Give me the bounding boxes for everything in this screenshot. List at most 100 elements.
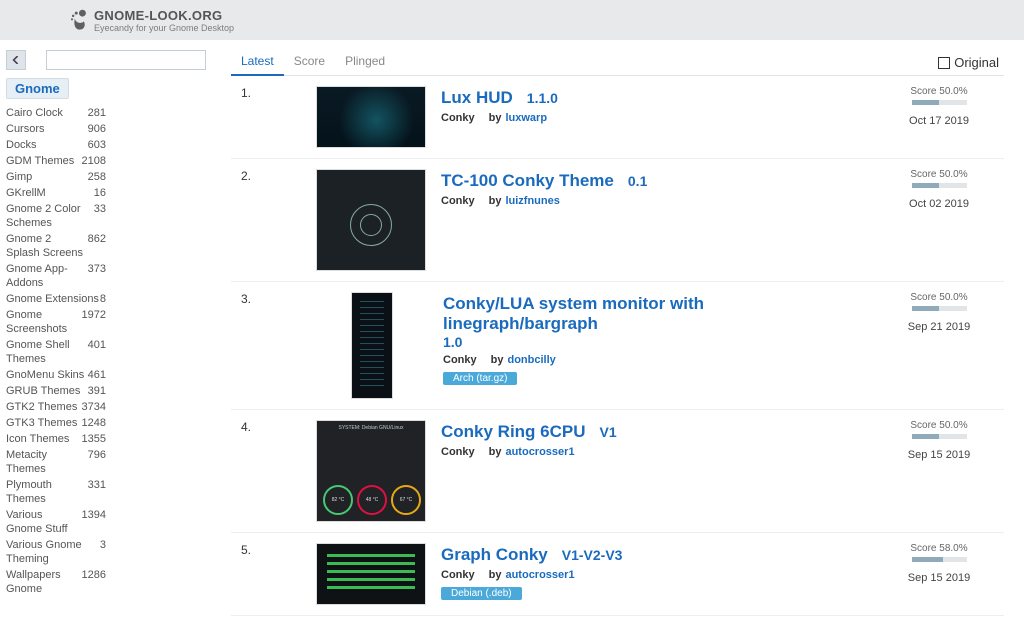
category-count: 8 bbox=[100, 292, 106, 306]
category-row[interactable]: Gnome Shell Themes401 bbox=[6, 337, 106, 367]
search-input[interactable] bbox=[46, 50, 206, 70]
item-version: 0.1 bbox=[628, 173, 647, 189]
item-rank: 5. bbox=[231, 543, 261, 605]
item-stats: Score 50.0%Oct 02 2019 bbox=[874, 169, 1004, 271]
category-row[interactable]: Gnome 2 Color Schemes33 bbox=[6, 201, 106, 231]
score-bar bbox=[912, 557, 967, 562]
item-title[interactable]: Graph Conky bbox=[441, 545, 548, 565]
item-date: Oct 17 2019 bbox=[909, 115, 969, 127]
category-row[interactable]: Gimp258 bbox=[6, 169, 106, 185]
item-category[interactable]: Conky bbox=[441, 195, 475, 207]
category-count: 796 bbox=[88, 448, 106, 476]
category-count: 1394 bbox=[82, 508, 106, 536]
category-name: GTK2 Themes bbox=[6, 400, 77, 414]
original-label: Original bbox=[954, 55, 999, 70]
item-category[interactable]: Conky bbox=[441, 446, 475, 458]
gnome-foot-icon bbox=[70, 9, 88, 31]
item-info: Lux HUD1.1.0Conkybyluxwarp bbox=[441, 86, 874, 148]
item-date: Sep 15 2019 bbox=[908, 572, 970, 584]
item-category[interactable]: Conky bbox=[441, 569, 475, 581]
category-row[interactable]: GnoMenu Skins461 bbox=[6, 367, 106, 383]
site-header: GNOME-LOOK.ORG Eyecandy for your Gnome D… bbox=[0, 0, 1024, 40]
score-label: Score 50.0% bbox=[910, 292, 967, 303]
category-row[interactable]: Plymouth Themes331 bbox=[6, 477, 106, 507]
category-name: Gnome App-Addons bbox=[6, 262, 88, 290]
category-row[interactable]: Icon Themes 1355 bbox=[6, 431, 106, 447]
item-version: 1.1.0 bbox=[527, 90, 558, 106]
category-row[interactable]: Gnome App-Addons373 bbox=[6, 261, 106, 291]
back-button[interactable] bbox=[6, 50, 26, 70]
tabs-row: LatestScorePlinged Original bbox=[231, 50, 1004, 76]
category-row[interactable]: Gnome Screenshots1972 bbox=[6, 307, 106, 337]
item-title[interactable]: Conky Ring 6CPU bbox=[441, 422, 586, 442]
item-title[interactable]: Conky/LUA system monitor with linegraph/… bbox=[443, 294, 860, 334]
category-name: Plymouth Themes bbox=[6, 478, 88, 506]
item-author[interactable]: donbcilly bbox=[507, 354, 555, 366]
category-row[interactable]: GTK3 Themes1248 bbox=[6, 415, 106, 431]
tab-score[interactable]: Score bbox=[284, 50, 335, 75]
category-name: Metacity Themes bbox=[6, 448, 88, 476]
by-label: by bbox=[489, 569, 502, 581]
item-date: Sep 15 2019 bbox=[908, 449, 970, 461]
item-category[interactable]: Conky bbox=[443, 354, 477, 366]
item-author[interactable]: autocrosser1 bbox=[505, 569, 574, 581]
listing: 1.Lux HUD1.1.0ConkybyluxwarpScore 50.0%O… bbox=[231, 76, 1004, 616]
category-count: 1248 bbox=[82, 416, 106, 430]
category-row[interactable]: Gnome 2 Splash Screens862 bbox=[6, 231, 106, 261]
item-rank: 1. bbox=[231, 86, 261, 148]
site-logo[interactable]: GNOME-LOOK.ORG Eyecandy for your Gnome D… bbox=[70, 8, 234, 33]
item-thumbnail[interactable] bbox=[351, 292, 393, 399]
category-name: Icon Themes bbox=[6, 432, 69, 446]
category-row[interactable]: Docks603 bbox=[6, 137, 106, 153]
category-row[interactable]: Wallpapers Gnome1286 bbox=[6, 567, 106, 597]
category-row[interactable]: Gnome Extensions8 bbox=[6, 291, 106, 307]
item-rank: 2. bbox=[231, 169, 261, 271]
item-author[interactable]: luxwarp bbox=[505, 112, 547, 124]
item-title[interactable]: TC-100 Conky Theme bbox=[441, 171, 614, 191]
category-row[interactable]: Various Gnome Stuff1394 bbox=[6, 507, 106, 537]
score-label: Score 50.0% bbox=[910, 420, 967, 431]
score-bar bbox=[912, 100, 967, 105]
category-row[interactable]: Cursors906 bbox=[6, 121, 106, 137]
item-thumbnail[interactable] bbox=[316, 543, 426, 605]
list-item: 4. SYSTEM: Debian GNU/Linux82 °C48 °C67 °… bbox=[231, 410, 1004, 533]
item-thumbnail[interactable] bbox=[316, 86, 426, 148]
category-row[interactable]: GDM Themes2108 bbox=[6, 153, 106, 169]
item-title[interactable]: Lux HUD bbox=[441, 88, 513, 108]
list-item: 1.Lux HUD1.1.0ConkybyluxwarpScore 50.0%O… bbox=[231, 76, 1004, 159]
original-toggle[interactable]: Original bbox=[938, 55, 1004, 70]
item-category[interactable]: Conky bbox=[441, 112, 475, 124]
category-name: Gnome Extensions bbox=[6, 292, 99, 306]
category-count: 2108 bbox=[82, 154, 106, 168]
current-category[interactable]: Gnome bbox=[6, 78, 69, 99]
category-row[interactable]: GRUB Themes391 bbox=[6, 383, 106, 399]
score-label: Score 50.0% bbox=[910, 86, 967, 97]
by-label: by bbox=[489, 195, 502, 207]
category-row[interactable]: Metacity Themes796 bbox=[6, 447, 106, 477]
item-version: V1-V2-V3 bbox=[562, 547, 623, 563]
item-author[interactable]: autocrosser1 bbox=[505, 446, 574, 458]
category-row[interactable]: GTK2 Themes3734 bbox=[6, 399, 106, 415]
tab-plinged[interactable]: Plinged bbox=[335, 50, 395, 75]
category-row[interactable]: Cairo Clock281 bbox=[6, 105, 106, 121]
category-list: Cairo Clock281Cursors906Docks603GDM Them… bbox=[6, 105, 206, 597]
category-count: 1286 bbox=[82, 568, 106, 596]
category-name: Various Gnome Stuff bbox=[6, 508, 82, 536]
item-stats: Score 50.0% Oct 17 2019 bbox=[874, 86, 1004, 148]
download-tag[interactable]: Arch (tar.gz) bbox=[443, 372, 517, 385]
item-thumbnail[interactable] bbox=[316, 169, 426, 271]
category-name: Gnome 2 Splash Screens bbox=[6, 232, 88, 260]
category-count: 3 bbox=[100, 538, 106, 566]
item-thumbnail[interactable]: SYSTEM: Debian GNU/Linux82 °C48 °C67 °C bbox=[316, 420, 426, 522]
item-rank: 3. bbox=[231, 292, 261, 399]
item-rank: 4. bbox=[231, 420, 261, 522]
item-date: Oct 02 2019 bbox=[909, 198, 969, 210]
item-author[interactable]: luizfnunes bbox=[505, 195, 559, 207]
score-label: Score 58.0% bbox=[910, 543, 967, 554]
category-row[interactable]: Various Gnome Theming3 bbox=[6, 537, 106, 567]
category-count: 1355 bbox=[82, 432, 106, 446]
list-item: 5. Graph Conky V1-V2-V3 Conky byautocrosser1… bbox=[231, 533, 1004, 616]
item-info: Conky/LUA system monitor with linegraph/… bbox=[443, 292, 874, 399]
tab-latest[interactable]: Latest bbox=[231, 50, 284, 76]
category-row[interactable]: GKrellM16 bbox=[6, 185, 106, 201]
